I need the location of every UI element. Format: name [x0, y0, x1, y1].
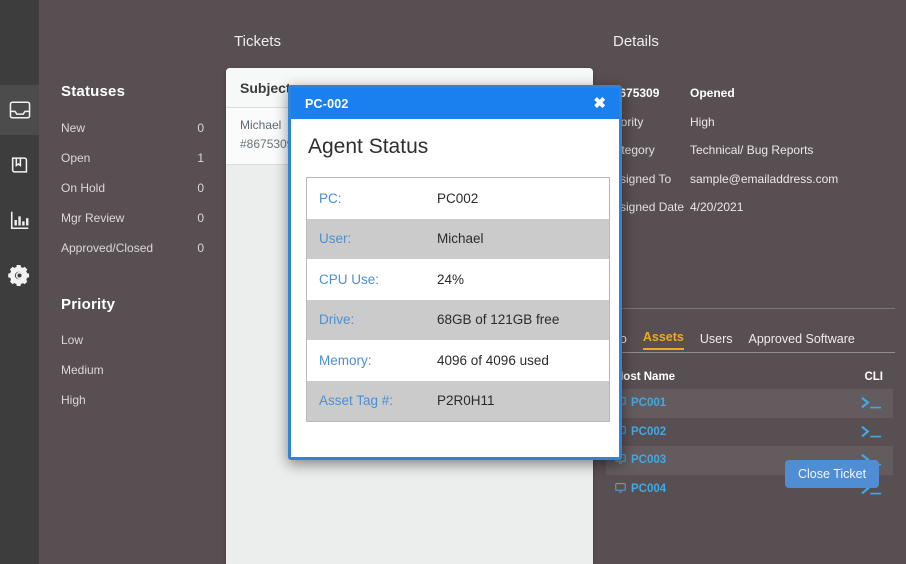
close-icon[interactable]: ✖ [593, 96, 606, 111]
modal-title-bar: PC-002 ✖ [291, 88, 619, 119]
table-row: Asset Tag #: P2R0H11 [307, 380, 609, 421]
modal-body: Agent Status PC: PC002 User: Michael CPU… [291, 119, 619, 422]
priority-item-high[interactable]: High [61, 385, 204, 415]
detail-value: 4/20/2021 [690, 200, 744, 215]
status-item-mgr-review[interactable]: Mgr Review 0 [61, 203, 204, 233]
asset-host-cell[interactable]: PC003 [615, 453, 666, 467]
status-label: New [61, 121, 86, 135]
inbox-icon [9, 100, 31, 120]
table-row: Memory: 4096 of 4096 used [307, 340, 609, 381]
row-label: CPU Use: [319, 271, 380, 287]
priority-heading: Priority [61, 296, 116, 313]
table-row[interactable]: PC002 [606, 418, 893, 447]
status-label: Mgr Review [61, 211, 125, 225]
agent-status-modal: PC-002 ✖ Agent Status PC: PC002 User: Mi… [288, 85, 622, 460]
row-label: User: [319, 231, 352, 247]
asset-host-cell[interactable]: PC001 [615, 396, 666, 410]
column-header-cli: CLI [864, 371, 883, 383]
detail-row-assigned-date: Assigned Date 4/20/2021 [606, 193, 893, 222]
row-value: 4096 of 4096 used [437, 352, 549, 368]
priority-label: Low [61, 333, 84, 347]
tab-assets[interactable]: Assets [642, 330, 684, 350]
bar-chart-icon [9, 209, 31, 231]
assets-table-header: Host Name CLI [606, 368, 893, 389]
priority-list: Low Medium High [61, 325, 204, 415]
gear-icon [8, 264, 31, 287]
row-value: 24% [437, 271, 465, 287]
icon-rail [0, 0, 39, 564]
rail-item-settings[interactable] [0, 250, 39, 300]
app-root: Statuses New 0 Open 1 On Hold 0 Mgr Revi… [0, 0, 906, 564]
detail-row-ticket: #8675309 Opened [606, 79, 893, 108]
row-label: Asset Tag #: [319, 393, 394, 409]
asset-host-name: PC003 [631, 454, 667, 467]
status-label: On Hold [61, 181, 106, 195]
row-value: Michael [437, 231, 484, 247]
monitor-icon [615, 482, 626, 496]
detail-row-priority: Priority High [606, 108, 893, 137]
modal-title: PC-002 [305, 96, 349, 111]
rail-item-knowledge[interactable] [0, 140, 39, 190]
status-item-open[interactable]: Open 1 [61, 143, 204, 173]
status-label: Approved/Closed [61, 241, 154, 255]
priority-label: Medium [61, 363, 104, 377]
status-label: Open [61, 151, 91, 165]
status-count: 0 [197, 121, 204, 135]
tab-users[interactable]: Users [700, 332, 733, 350]
table-row: PC: PC002 [307, 178, 609, 219]
asset-host-name: PC001 [631, 397, 667, 410]
asset-host-cell[interactable]: PC004 [615, 482, 666, 496]
detail-row-assigned-to: Assigned To sample@emailaddress.com [606, 165, 893, 194]
row-value: 68GB of 121GB free [437, 312, 560, 328]
table-row[interactable]: PC001 [606, 389, 893, 418]
row-label: PC: [319, 190, 342, 206]
details-tabs: Info Assets Users Approved Software [606, 330, 855, 350]
priority-label: High [61, 393, 86, 407]
table-row: User: Michael [307, 218, 609, 259]
close-ticket-button[interactable]: Close Ticket [785, 460, 880, 488]
asset-host-cell[interactable]: PC002 [615, 425, 666, 439]
detail-value: Technical/ Bug Reports [690, 143, 814, 158]
row-value: P2R0H11 [437, 393, 495, 409]
status-item-new[interactable]: New 0 [61, 113, 204, 143]
asset-host-name: PC004 [631, 482, 667, 495]
row-label: Memory: [319, 352, 372, 368]
tab-approved-software[interactable]: Approved Software [749, 332, 855, 350]
book-icon [9, 154, 31, 176]
rail-item-reports[interactable] [0, 195, 39, 245]
detail-value: High [690, 114, 715, 129]
asset-host-name: PC002 [631, 425, 667, 438]
tabs-underline [610, 352, 895, 353]
statuses-panel: Statuses New 0 Open 1 On Hold 0 Mgr Revi… [39, 0, 226, 564]
status-list: New 0 Open 1 On Hold 0 Mgr Review 0 Appr… [61, 113, 204, 263]
status-item-approved-closed[interactable]: Approved/Closed 0 [61, 233, 204, 263]
table-row: Drive: 68GB of 121GB free [307, 299, 609, 340]
detail-field-list: #8675309 Opened Priority High Category T… [606, 79, 893, 222]
row-label: Drive: [319, 312, 355, 328]
status-count: 0 [197, 241, 204, 255]
details-panel: #8675309 Opened Priority High Category T… [593, 68, 906, 564]
table-row: CPU Use: 24% [307, 259, 609, 300]
status-item-on-hold[interactable]: On Hold 0 [61, 173, 204, 203]
cli-prompt-icon[interactable] [861, 425, 883, 439]
status-count: 1 [197, 151, 204, 165]
cli-prompt-icon[interactable] [861, 396, 883, 410]
details-divider [610, 308, 895, 309]
priority-item-medium[interactable]: Medium [61, 355, 204, 385]
detail-row-category: Category Technical/ Bug Reports [606, 136, 893, 165]
column-header-host-name: Host Name [615, 371, 676, 383]
modal-heading: Agent Status [308, 135, 429, 158]
status-count: 0 [197, 181, 204, 195]
statuses-heading: Statuses [61, 83, 126, 100]
status-count: 0 [197, 211, 204, 225]
detail-value: sample@emailaddress.com [690, 171, 839, 186]
tickets-column-title: Tickets [234, 33, 281, 50]
priority-item-low[interactable]: Low [61, 325, 204, 355]
agent-status-table: PC: PC002 User: Michael CPU Use: 24% Dri… [306, 177, 610, 422]
rail-item-inbox[interactable] [0, 85, 39, 135]
row-value: PC002 [437, 190, 479, 206]
status-badge: Opened [690, 86, 735, 101]
